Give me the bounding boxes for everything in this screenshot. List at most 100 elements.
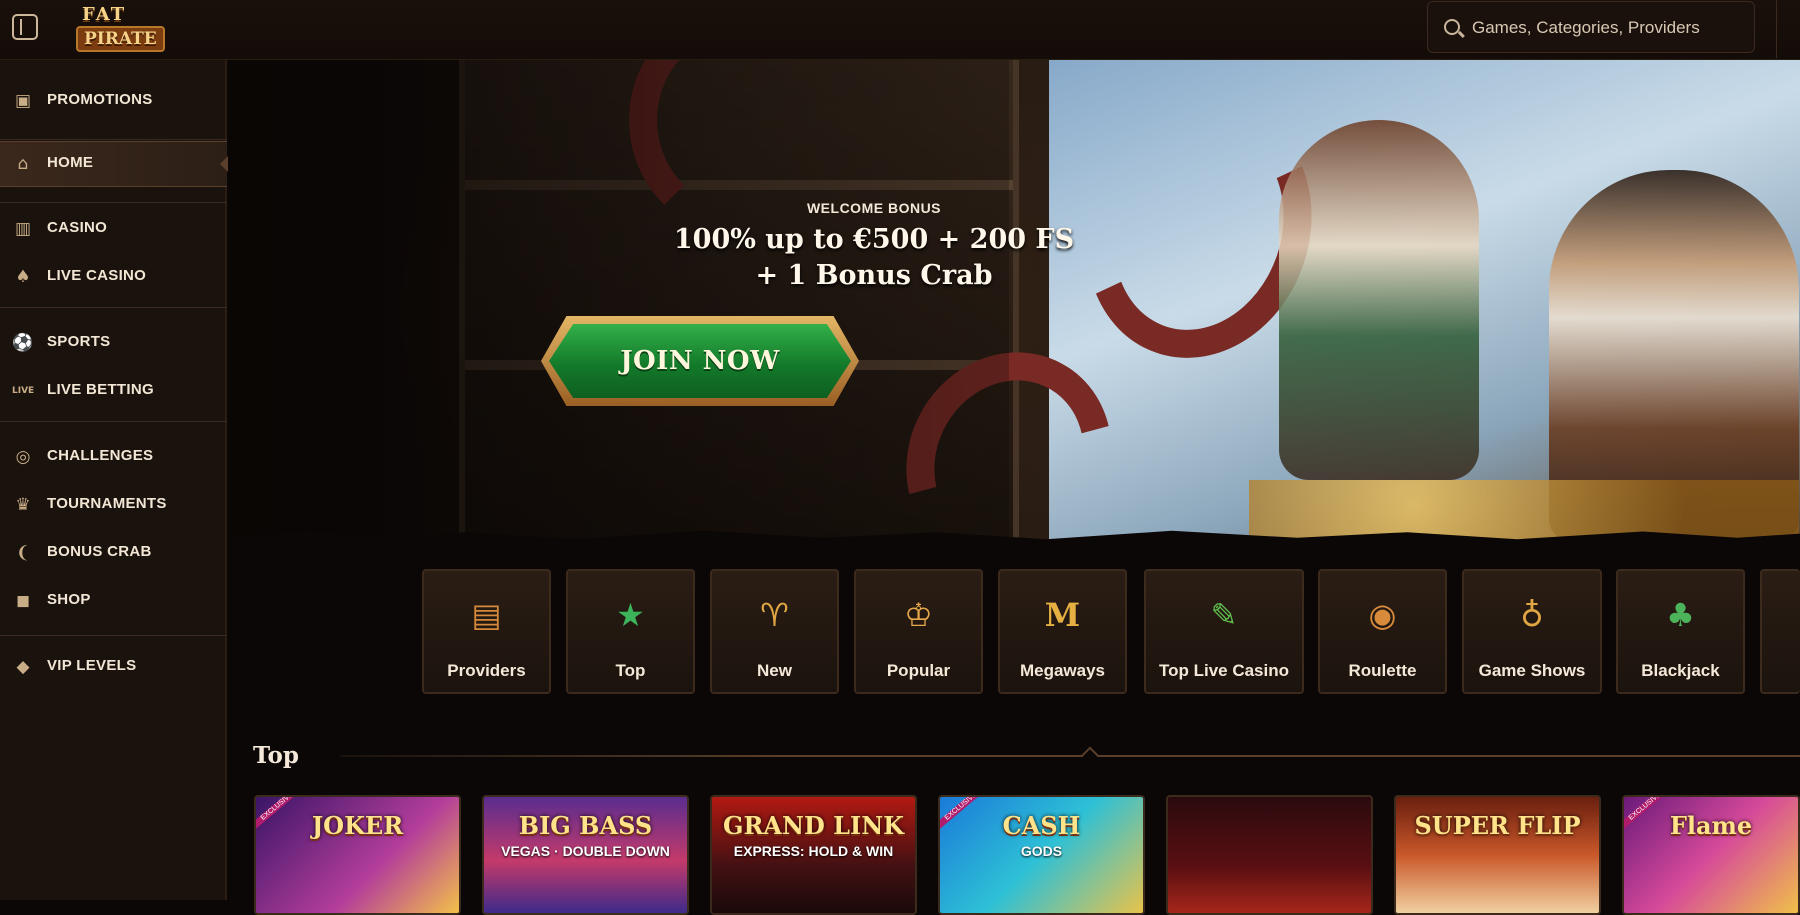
- sidebar-item-live-betting[interactable]: LIVE LIVE BETTING: [0, 369, 227, 413]
- sidebar-item-label: VIP LEVELS: [47, 657, 137, 674]
- sidebar-divider: [0, 139, 227, 140]
- sidebar-item-label: BONUS CRAB: [47, 543, 152, 560]
- sidebar-item-label: LIVE CASINO: [47, 267, 147, 284]
- gold-coins-illustration: [1249, 480, 1799, 542]
- sidebar-item-casino[interactable]: ▥ CASINO: [0, 207, 227, 251]
- game-subtitle: VEGAS · DOUBLE DOWN: [501, 843, 670, 859]
- game-card[interactable]: SUPER FLIP: [1394, 795, 1601, 915]
- sidebar-divider: [0, 635, 227, 636]
- medal-icon: ◎: [15, 447, 31, 467]
- top-header: FAT PIRATE: [0, 0, 1800, 60]
- goblet-icon: ♈: [760, 596, 789, 634]
- game-card[interactable]: EXCLUSIVE CASH GODS: [938, 795, 1145, 915]
- sidebar-item-vip-levels[interactable]: ◆ VIP LEVELS: [0, 645, 227, 689]
- category-top[interactable]: ★ Top: [566, 569, 695, 694]
- section-title-top: Top: [253, 742, 299, 769]
- playing-cards-icon: ♣: [1666, 596, 1695, 634]
- category-label: Providers: [447, 661, 526, 680]
- game-subtitle: GODS: [1020, 843, 1063, 859]
- category-next-partial[interactable]: [1760, 569, 1800, 694]
- category-new[interactable]: ♈ New: [710, 569, 839, 694]
- sidebar-item-label: HOME: [47, 154, 94, 171]
- section-divider: [340, 755, 1800, 757]
- category-label: Blackjack: [1641, 661, 1720, 680]
- sidebar-divider: [0, 421, 227, 422]
- sidebar-item-label: SHOP: [47, 591, 91, 608]
- game-title: CASH: [1002, 811, 1081, 840]
- hero-headline: 100% up to €500 + 200 FS + 1 Bonus Crab: [624, 222, 1124, 294]
- sidebar-item-live-casino[interactable]: ♠ LIVE CASINO: [0, 255, 227, 299]
- game-title: Flame: [1669, 811, 1753, 840]
- sidebar-item-label: CHALLENGES: [47, 447, 154, 464]
- house-icon: ⌂: [17, 154, 29, 174]
- join-now-button[interactable]: JOIN NOW: [549, 324, 851, 398]
- sidebar-item-bonus-crab[interactable]: ❨ BONUS CRAB: [0, 531, 227, 575]
- hero-dark-overlay: [229, 60, 1009, 542]
- hero-headline-line: + 1 Bonus Crab: [755, 260, 993, 291]
- sidebar-item-shop[interactable]: ◼ SHOP: [0, 579, 227, 623]
- search-box[interactable]: [1427, 1, 1755, 53]
- sidebar: ▣ PROMOTIONS ⌂ HOME ▥ CASINO ♠ LIVE CASI…: [0, 60, 228, 900]
- sidebar-item-label: CASINO: [47, 219, 108, 236]
- game-card[interactable]: EXCLUSIVE JOKER: [254, 795, 461, 915]
- slot-machine-icon: ▥: [14, 219, 32, 239]
- sidebar-divider: [0, 202, 227, 203]
- hero-headline-line: 100% up to €500 + 200 FS: [673, 224, 1075, 255]
- category-label: Popular: [886, 661, 951, 680]
- star-icon: ★: [616, 596, 645, 634]
- shopping-bag-icon: ◼: [15, 591, 31, 611]
- game-title: JOKER: [311, 811, 404, 840]
- sidebar-toggle-icon[interactable]: [12, 14, 38, 40]
- hero-eyebrow: WELCOME BONUS: [806, 200, 942, 216]
- category-megaways[interactable]: M Megaways: [998, 569, 1127, 694]
- search-icon: [1444, 19, 1460, 35]
- game-subtitle: EXPRESS: HOLD & WIN: [733, 843, 894, 859]
- game-title: BIG BASS: [518, 811, 653, 840]
- letter-m-icon: M: [1044, 596, 1081, 634]
- game-card[interactable]: GRAND LINK EXPRESS: HOLD & WIN: [710, 795, 917, 915]
- category-label: Roulette: [1348, 661, 1417, 680]
- sidebar-divider: [0, 307, 227, 308]
- sidebar-item-promotions[interactable]: ▣ PROMOTIONS: [0, 79, 227, 123]
- sidebar-item-sports[interactable]: ⚽ SPORTS: [0, 321, 227, 365]
- category-label: Megaways: [1019, 661, 1106, 680]
- sidebar-item-challenges[interactable]: ◎ CHALLENGES: [0, 435, 227, 479]
- sidebar-item-label: TOURNAMENTS: [47, 495, 167, 512]
- diamond-icon: ◆: [16, 657, 30, 677]
- cards-icon: ♠: [15, 267, 31, 287]
- game-card[interactable]: [1166, 795, 1373, 915]
- category-top-live-casino[interactable]: ✎ Top Live Casino: [1144, 569, 1304, 694]
- crown-gem-icon: ♔: [904, 596, 933, 634]
- category-label: Top Live Casino: [1158, 661, 1290, 680]
- game-card[interactable]: BIG BASS VEGAS · DOUBLE DOWN: [482, 795, 689, 915]
- hero-banner: WELCOME BONUS 100% up to €500 + 200 FS +…: [229, 60, 1800, 542]
- crab-icon: ❨: [15, 543, 31, 563]
- site-logo[interactable]: FAT PIRATE: [72, 2, 165, 54]
- logo-text-bottom: PIRATE: [76, 26, 165, 52]
- category-blackjack[interactable]: ♣ Blackjack: [1616, 569, 1745, 694]
- game-card[interactable]: EXCLUSIVE Flame: [1622, 795, 1800, 915]
- category-game-shows[interactable]: ♁ Game Shows: [1462, 569, 1602, 694]
- header-corner: [1776, 0, 1800, 58]
- search-input[interactable]: [1472, 14, 1742, 42]
- live-icon: LIVE: [12, 386, 35, 396]
- logo-text-top: FAT: [82, 4, 127, 25]
- category-label: New: [757, 661, 792, 680]
- sidebar-item-label: SPORTS: [47, 333, 111, 350]
- football-icon: ⚽: [12, 333, 34, 353]
- torch-icon: ✎: [1210, 596, 1238, 634]
- sidebar-item-tournaments[interactable]: ♛ TOURNAMENTS: [0, 483, 227, 527]
- category-popular[interactable]: ♔ Popular: [854, 569, 983, 694]
- sidebar-item-label: LIVE BETTING: [47, 381, 154, 398]
- pirate-woman-illustration: [1279, 120, 1479, 480]
- sidebar-item-home[interactable]: ⌂ HOME: [0, 141, 228, 187]
- sidebar-item-label: PROMOTIONS: [47, 91, 153, 108]
- trophy-icon: ♛: [15, 495, 31, 515]
- category-roulette[interactable]: ◉ Roulette: [1318, 569, 1447, 694]
- category-label: Top: [615, 661, 646, 680]
- category-providers[interactable]: ▤ Providers: [422, 569, 551, 694]
- join-now-frame: JOIN NOW: [541, 316, 859, 406]
- scroll-map-icon: ▤: [471, 596, 502, 634]
- roulette-wheel-icon: ◉: [1368, 596, 1397, 634]
- category-label: Game Shows: [1478, 661, 1586, 680]
